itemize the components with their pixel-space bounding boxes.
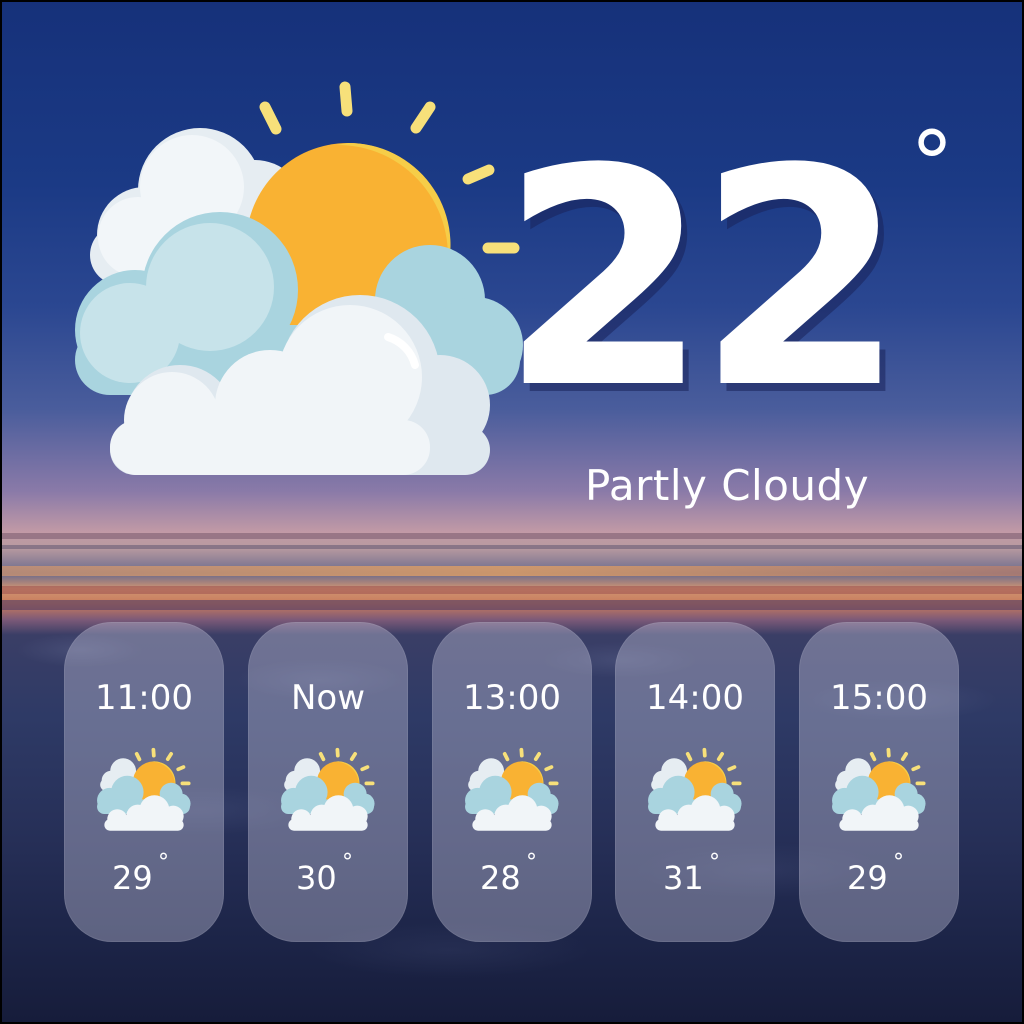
partly-cloudy-icon [75,81,523,475]
partly-cloudy-icon [464,747,560,833]
forecast-temperature: 29 [847,859,888,897]
forecast-temperature: 31 [663,859,704,897]
current-temperature: 22 ° [500,105,980,454]
weather-app-screen: 22 ° Partly Cloudy 11:00 29 ° Now 30 ° 1… [0,0,1024,1024]
forecast-time: 11:00 [95,678,193,718]
partly-cloudy-icon [831,747,927,833]
forecast-time: 14:00 [646,678,744,718]
partly-cloudy-icon [280,747,376,833]
horizon-streak [0,600,1024,610]
horizon-streak [0,533,1024,539]
degree-symbol: ° [158,850,169,875]
partly-cloudy-icon [96,747,192,833]
forecast-card[interactable]: 11:00 29 ° [64,622,224,942]
degree-symbol: ° [910,112,954,215]
forecast-temperature: 28 [480,859,521,897]
temperature-value: 22 [500,105,905,454]
horizon-streak [0,566,1024,576]
degree-symbol: ° [342,850,353,875]
forecast-card[interactable]: 15:00 29 ° [799,622,959,942]
horizon-streak [0,545,1024,549]
forecast-temperature: 30 [296,859,337,897]
hourly-forecast: 11:00 29 ° Now 30 ° 13:00 28 ° 14:00 31 … [0,622,1024,942]
partly-cloudy-icon [647,747,743,833]
forecast-temperature: 29 [112,859,153,897]
forecast-time: 15:00 [830,678,928,718]
forecast-card[interactable]: 13:00 28 ° [432,622,592,942]
forecast-card-now[interactable]: Now 30 ° [248,622,408,942]
forecast-time: Now [290,678,366,718]
weather-condition: Partly Cloudy [584,461,870,510]
degree-symbol: ° [893,850,904,875]
forecast-card[interactable]: 14:00 31 ° [615,622,775,942]
degree-symbol: ° [526,850,537,875]
horizon-streak [0,586,1024,594]
forecast-time: 13:00 [463,678,561,718]
degree-symbol: ° [709,850,720,875]
